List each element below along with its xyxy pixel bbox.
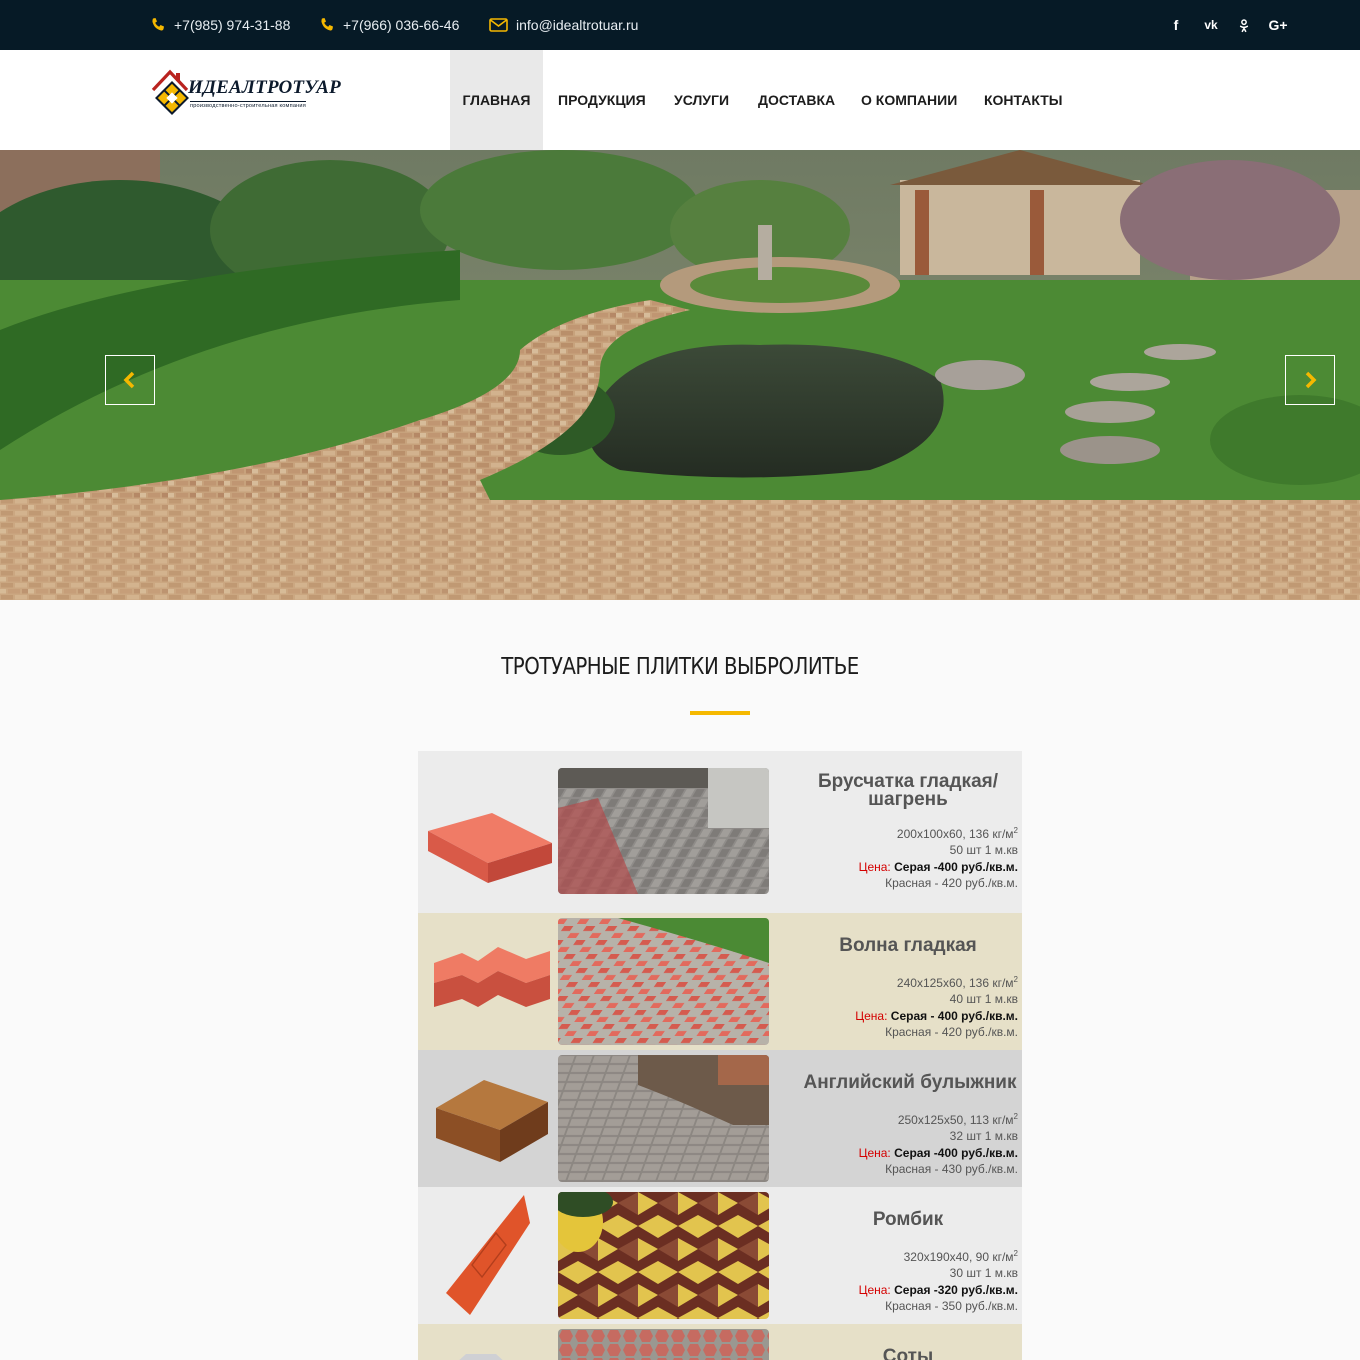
logo[interactable]: ИДЕАЛТРОТУАР производственно-строительна… (150, 68, 355, 132)
chevron-left-icon (123, 371, 135, 389)
product-specs: 240x125x60, 136 кг/м2 40 шт 1 м.кв Цена:… (818, 972, 1018, 1040)
nav-delivery[interactable]: ДОСТАВКА (758, 50, 835, 150)
nav-about[interactable]: О КОМПАНИИ (861, 50, 957, 150)
product-thumb-image (446, 1195, 530, 1315)
phone-1[interactable]: +7(985) 974-31-88 (150, 0, 290, 50)
product-name: Ромбик (872, 1209, 944, 1230)
product-specs: 250x125x50, 113 кг/м2 32 шт 1 м.кв Цена:… (818, 1109, 1018, 1177)
hero-slider (0, 150, 1360, 600)
price-gray: Серая -320 руб./кв.м. (894, 1282, 1018, 1297)
product-photo (558, 918, 769, 1045)
product-card[interactable]: Ромбик 320x190x40, 90 кг/м2 30 шт 1 м.кв… (418, 1187, 1022, 1324)
product-qty: 50 шт 1 м.кв (949, 843, 1018, 858)
logo-subtitle: производственно-строительная компания (190, 101, 306, 109)
google-plus-icon[interactable]: G+ (1266, 0, 1290, 50)
price-label: Цена: (858, 859, 891, 874)
product-thumb-image (436, 1080, 548, 1162)
vk-icon[interactable]: vk (1200, 0, 1222, 50)
product-specs: 320x190x40, 90 кг/м2 30 шт 1 м.кв Цена: … (818, 1246, 1018, 1314)
top-bar: +7(985) 974-31-88 +7(966) 036-66-46 info… (0, 0, 1360, 50)
price-red: Красная - 350 руб./кв.м. (885, 1298, 1018, 1313)
product-name: Волна гладкая (839, 935, 977, 956)
product-card[interactable]: Английский булыжник 250x125x50, 113 кг/м… (418, 1050, 1022, 1187)
product-size: 250x125x50, 113 кг/м (897, 1113, 1014, 1127)
price-gray: Серая -400 руб./кв.м. (894, 859, 1018, 874)
slider-next-button[interactable] (1285, 355, 1335, 405)
envelope-icon (489, 17, 508, 33)
superscript: 2 (1013, 975, 1018, 984)
email-text: info@idealtrotuar.ru (516, 17, 639, 33)
email-link[interactable]: info@idealtrotuar.ru (489, 0, 638, 50)
phone-2-text: +7(966) 036-66-46 (343, 17, 460, 33)
hero-image (0, 150, 1360, 600)
product-name: Английский булыжник (803, 1072, 1017, 1093)
product-thumb-image (428, 813, 552, 883)
product-qty: 32 шт 1 м.кв (949, 1129, 1018, 1144)
superscript: 2 (1013, 1112, 1018, 1121)
product-card[interactable]: Соты (418, 1324, 1022, 1360)
product-qty: 30 шт 1 м.кв (949, 1266, 1018, 1281)
odnoklassniki-icon[interactable] (1236, 0, 1252, 50)
price-gray: Серая -400 руб./кв.м. (894, 1145, 1018, 1160)
product-photo (558, 1192, 769, 1319)
product-thumb-image (459, 1354, 503, 1360)
nav-home[interactable]: ГЛАВНАЯ (450, 50, 543, 150)
nav-products[interactable]: ПРОДУКЦИЯ (558, 50, 646, 150)
superscript: 2 (1013, 826, 1018, 835)
phone-icon (150, 17, 166, 33)
phone-icon (319, 17, 335, 33)
product-name: Брусчатка гладкая/ шагрень (817, 771, 999, 810)
nav-contacts[interactable]: КОНТАКТЫ (984, 50, 1062, 150)
header: ИДЕАЛТРОТУАР производственно-строительна… (0, 50, 1360, 150)
price-label: Цена: (855, 1008, 888, 1023)
section-title: ТРОТУАРНЫЕ ПЛИТКИ ВЫБРОЛИТЬЕ (501, 654, 859, 680)
nav-services[interactable]: УСЛУГИ (674, 50, 729, 150)
phone-2[interactable]: +7(966) 036-66-46 (319, 0, 459, 50)
product-name: Соты (882, 1346, 934, 1360)
facebook-icon[interactable]: f (1168, 0, 1184, 50)
product-specs: 200x100x60, 136 кг/м2 50 шт 1 м.кв Цена:… (818, 823, 1018, 891)
product-thumb-image (434, 947, 550, 1007)
product-size: 200x100x60, 136 кг/м (896, 827, 1014, 841)
product-size: 320x190x40, 90 кг/м (903, 1250, 1014, 1264)
phone-1-text: +7(985) 974-31-88 (174, 17, 291, 33)
title-divider (690, 711, 750, 715)
price-label: Цена: (858, 1282, 891, 1297)
product-photo (558, 1329, 769, 1360)
product-photo (558, 768, 769, 894)
product-card[interactable]: Волна гладкая 240x125x60, 136 кг/м2 40 ш… (418, 913, 1022, 1050)
price-red: Красная - 420 руб./кв.м. (885, 1024, 1018, 1039)
logo-name: ИДЕАЛТРОТУАР (188, 77, 341, 98)
product-size: 240x125x60, 136 кг/м (896, 976, 1014, 990)
superscript: 2 (1013, 1249, 1018, 1258)
price-red: Красная - 420 руб./кв.м. (885, 875, 1018, 890)
product-photo (558, 1055, 769, 1182)
product-qty: 40 шт 1 м.кв (949, 992, 1018, 1007)
slider-prev-button[interactable] (105, 355, 155, 405)
price-gray: Серая - 400 руб./кв.м. (890, 1008, 1018, 1023)
chevron-right-icon (1305, 371, 1317, 389)
price-label: Цена: (858, 1145, 891, 1160)
product-card[interactable]: Брусчатка гладкая/ шагрень 200x100x60, 1… (418, 751, 1022, 913)
price-red: Красная - 430 руб./кв.м. (885, 1161, 1018, 1176)
